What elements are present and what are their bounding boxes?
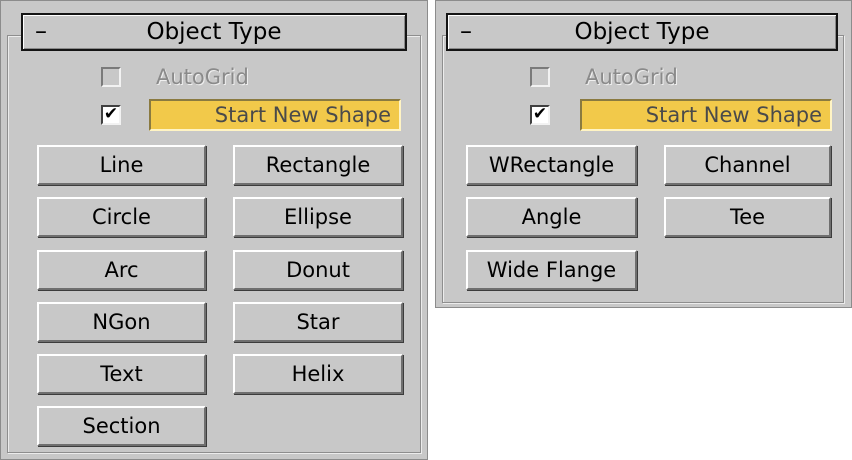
checkmark-icon: ✔ xyxy=(103,104,119,124)
tee-button[interactable]: Tee xyxy=(664,197,831,237)
start-new-shape-row: ✔ Start New Shape xyxy=(530,99,840,131)
rollout-title: Object Type xyxy=(574,19,710,45)
autogrid-label: AutoGrid xyxy=(156,65,249,89)
circle-button[interactable]: Circle xyxy=(37,197,206,237)
star-button[interactable]: Star xyxy=(233,302,403,342)
rollout-header[interactable]: – Object Type xyxy=(446,13,838,51)
start-new-shape-row: ✔ Start New Shape xyxy=(101,99,411,131)
line-button[interactable]: Line xyxy=(37,145,206,185)
angle-button[interactable]: Angle xyxy=(466,197,637,237)
start-new-shape-button[interactable]: Start New Shape xyxy=(149,99,401,131)
autogrid-label: AutoGrid xyxy=(585,65,678,89)
rollout-title: Object Type xyxy=(146,19,282,45)
start-new-shape-checkbox[interactable]: ✔ xyxy=(530,104,550,125)
object-type-rollout-extended-splines: – Object Type AutoGrid ✔ Start New Shape… xyxy=(435,0,852,308)
autogrid-checkbox[interactable] xyxy=(101,67,121,87)
ellipse-button[interactable]: Ellipse xyxy=(233,197,403,237)
collapse-toggle[interactable]: – xyxy=(460,15,472,47)
autogrid-checkbox[interactable] xyxy=(530,67,550,87)
autogrid-row: AutoGrid xyxy=(101,64,301,94)
collapse-toggle[interactable]: – xyxy=(35,15,47,47)
object-type-rollout-splines: – Object Type AutoGrid ✔ Start New Shape… xyxy=(0,0,428,460)
rollout-header[interactable]: – Object Type xyxy=(21,13,407,51)
wrectangle-button[interactable]: WRectangle xyxy=(466,145,637,185)
ngon-button[interactable]: NGon xyxy=(37,302,206,342)
start-new-shape-checkbox[interactable]: ✔ xyxy=(101,104,121,125)
text-button[interactable]: Text xyxy=(37,354,206,394)
arc-button[interactable]: Arc xyxy=(37,250,206,290)
start-new-shape-button[interactable]: Start New Shape xyxy=(580,99,832,131)
rectangle-button[interactable]: Rectangle xyxy=(233,145,403,185)
checkmark-icon: ✔ xyxy=(532,104,548,124)
channel-button[interactable]: Channel xyxy=(664,145,831,185)
donut-button[interactable]: Donut xyxy=(233,250,403,290)
wide-flange-button[interactable]: Wide Flange xyxy=(466,250,637,290)
autogrid-row: AutoGrid xyxy=(530,64,730,94)
section-button[interactable]: Section xyxy=(37,406,206,446)
helix-button[interactable]: Helix xyxy=(233,354,403,394)
